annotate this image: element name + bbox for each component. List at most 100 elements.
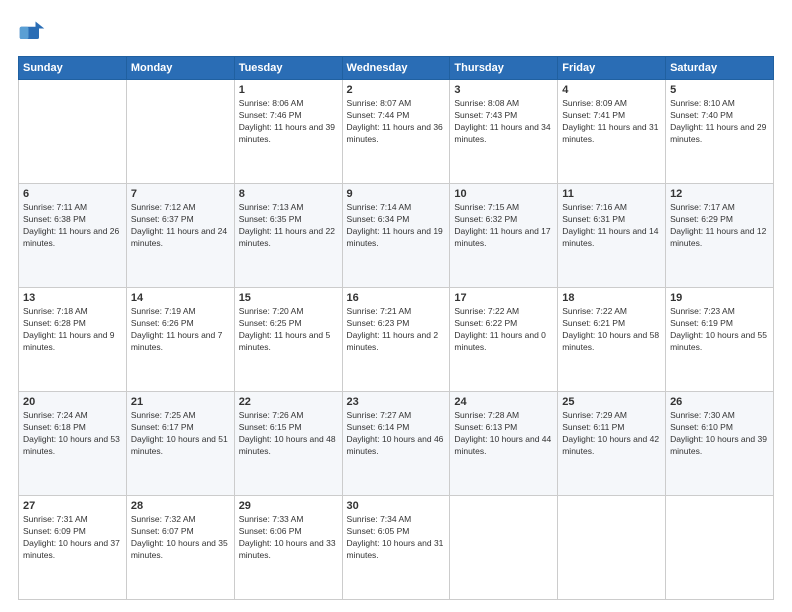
day-info: Sunrise: 7:33 AM Sunset: 6:06 PM Dayligh… bbox=[239, 514, 338, 562]
week-row-4: 20 Sunrise: 7:24 AM Sunset: 6:18 PM Dayli… bbox=[19, 392, 774, 496]
day-info: Sunrise: 8:08 AM Sunset: 7:43 PM Dayligh… bbox=[454, 98, 553, 146]
day-info: Sunrise: 8:09 AM Sunset: 7:41 PM Dayligh… bbox=[562, 98, 661, 146]
day-number: 1 bbox=[239, 84, 338, 96]
calendar-cell: 15 Sunrise: 7:20 AM Sunset: 6:25 PM Dayli… bbox=[234, 288, 342, 392]
calendar-cell: 14 Sunrise: 7:19 AM Sunset: 6:26 PM Dayli… bbox=[126, 288, 234, 392]
calendar-cell: 18 Sunrise: 7:22 AM Sunset: 6:21 PM Dayli… bbox=[558, 288, 666, 392]
calendar-cell: 26 Sunrise: 7:30 AM Sunset: 6:10 PM Dayli… bbox=[666, 392, 774, 496]
weekday-header-thursday: Thursday bbox=[450, 57, 558, 80]
day-info: Sunrise: 7:21 AM Sunset: 6:23 PM Dayligh… bbox=[347, 306, 446, 354]
day-info: Sunrise: 7:15 AM Sunset: 6:32 PM Dayligh… bbox=[454, 202, 553, 250]
weekday-header-row: SundayMondayTuesdayWednesdayThursdayFrid… bbox=[19, 57, 774, 80]
calendar-cell: 1 Sunrise: 8:06 AM Sunset: 7:46 PM Daylig… bbox=[234, 80, 342, 184]
day-number: 27 bbox=[23, 500, 122, 512]
day-info: Sunrise: 7:22 AM Sunset: 6:21 PM Dayligh… bbox=[562, 306, 661, 354]
weekday-header-tuesday: Tuesday bbox=[234, 57, 342, 80]
day-info: Sunrise: 7:23 AM Sunset: 6:19 PM Dayligh… bbox=[670, 306, 769, 354]
day-number: 10 bbox=[454, 188, 553, 200]
calendar-table: SundayMondayTuesdayWednesdayThursdayFrid… bbox=[18, 56, 774, 600]
day-info: Sunrise: 7:17 AM Sunset: 6:29 PM Dayligh… bbox=[670, 202, 769, 250]
calendar-cell: 8 Sunrise: 7:13 AM Sunset: 6:35 PM Daylig… bbox=[234, 184, 342, 288]
calendar-cell: 11 Sunrise: 7:16 AM Sunset: 6:31 PM Dayli… bbox=[558, 184, 666, 288]
calendar-cell bbox=[666, 496, 774, 600]
calendar-cell: 20 Sunrise: 7:24 AM Sunset: 6:18 PM Dayli… bbox=[19, 392, 127, 496]
day-number: 21 bbox=[131, 396, 230, 408]
day-number: 22 bbox=[239, 396, 338, 408]
calendar-cell bbox=[19, 80, 127, 184]
day-number: 17 bbox=[454, 292, 553, 304]
day-number: 11 bbox=[562, 188, 661, 200]
calendar-cell bbox=[126, 80, 234, 184]
day-number: 24 bbox=[454, 396, 553, 408]
day-info: Sunrise: 7:29 AM Sunset: 6:11 PM Dayligh… bbox=[562, 410, 661, 458]
day-number: 2 bbox=[347, 84, 446, 96]
day-info: Sunrise: 7:13 AM Sunset: 6:35 PM Dayligh… bbox=[239, 202, 338, 250]
day-info: Sunrise: 7:14 AM Sunset: 6:34 PM Dayligh… bbox=[347, 202, 446, 250]
day-info: Sunrise: 7:19 AM Sunset: 6:26 PM Dayligh… bbox=[131, 306, 230, 354]
day-number: 4 bbox=[562, 84, 661, 96]
day-number: 23 bbox=[347, 396, 446, 408]
day-info: Sunrise: 7:11 AM Sunset: 6:38 PM Dayligh… bbox=[23, 202, 122, 250]
day-number: 13 bbox=[23, 292, 122, 304]
day-info: Sunrise: 7:32 AM Sunset: 6:07 PM Dayligh… bbox=[131, 514, 230, 562]
day-info: Sunrise: 7:30 AM Sunset: 6:10 PM Dayligh… bbox=[670, 410, 769, 458]
day-info: Sunrise: 7:25 AM Sunset: 6:17 PM Dayligh… bbox=[131, 410, 230, 458]
calendar-cell: 13Sunrise: 7:18 AM Sunset: 6:28 PM Dayli… bbox=[19, 288, 127, 392]
day-number: 29 bbox=[239, 500, 338, 512]
day-number: 8 bbox=[239, 188, 338, 200]
day-number: 12 bbox=[670, 188, 769, 200]
calendar-cell: 21 Sunrise: 7:25 AM Sunset: 6:17 PM Dayli… bbox=[126, 392, 234, 496]
logo bbox=[18, 18, 50, 46]
day-info: Sunrise: 7:22 AM Sunset: 6:22 PM Dayligh… bbox=[454, 306, 553, 354]
day-info: Sunrise: 8:06 AM Sunset: 7:46 PM Dayligh… bbox=[239, 98, 338, 146]
day-number: 20 bbox=[23, 396, 122, 408]
calendar-cell: 27 Sunrise: 7:31 AM Sunset: 6:09 PM Dayli… bbox=[19, 496, 127, 600]
calendar-cell: 17 Sunrise: 7:22 AM Sunset: 6:22 PM Dayli… bbox=[450, 288, 558, 392]
calendar-cell: 19 Sunrise: 7:23 AM Sunset: 6:19 PM Dayli… bbox=[666, 288, 774, 392]
day-number: 6 bbox=[23, 188, 122, 200]
week-row-3: 13Sunrise: 7:18 AM Sunset: 6:28 PM Dayli… bbox=[19, 288, 774, 392]
day-info: Sunrise: 7:28 AM Sunset: 6:13 PM Dayligh… bbox=[454, 410, 553, 458]
logo-icon bbox=[18, 18, 46, 46]
weekday-header-monday: Monday bbox=[126, 57, 234, 80]
day-info: Sunrise: 7:26 AM Sunset: 6:15 PM Dayligh… bbox=[239, 410, 338, 458]
day-number: 26 bbox=[670, 396, 769, 408]
calendar-cell: 5 Sunrise: 8:10 AM Sunset: 7:40 PM Daylig… bbox=[666, 80, 774, 184]
calendar-cell: 9 Sunrise: 7:14 AM Sunset: 6:34 PM Daylig… bbox=[342, 184, 450, 288]
calendar-cell: 3 Sunrise: 8:08 AM Sunset: 7:43 PM Daylig… bbox=[450, 80, 558, 184]
weekday-header-sunday: Sunday bbox=[19, 57, 127, 80]
calendar-cell: 6 Sunrise: 7:11 AM Sunset: 6:38 PM Daylig… bbox=[19, 184, 127, 288]
calendar-cell: 7Sunrise: 7:12 AM Sunset: 6:37 PM Daylig… bbox=[126, 184, 234, 288]
day-info: Sunrise: 8:10 AM Sunset: 7:40 PM Dayligh… bbox=[670, 98, 769, 146]
day-number: 7 bbox=[131, 188, 230, 200]
day-number: 15 bbox=[239, 292, 338, 304]
day-info: Sunrise: 7:24 AM Sunset: 6:18 PM Dayligh… bbox=[23, 410, 122, 458]
calendar-cell: 24 Sunrise: 7:28 AM Sunset: 6:13 PM Dayli… bbox=[450, 392, 558, 496]
calendar-cell: 4 Sunrise: 8:09 AM Sunset: 7:41 PM Daylig… bbox=[558, 80, 666, 184]
week-row-5: 27 Sunrise: 7:31 AM Sunset: 6:09 PM Dayli… bbox=[19, 496, 774, 600]
calendar-cell bbox=[450, 496, 558, 600]
day-info: Sunrise: 8:07 AM Sunset: 7:44 PM Dayligh… bbox=[347, 98, 446, 146]
day-info: Sunrise: 7:34 AM Sunset: 6:05 PM Dayligh… bbox=[347, 514, 446, 562]
day-number: 16 bbox=[347, 292, 446, 304]
calendar-cell: 2 Sunrise: 8:07 AM Sunset: 7:44 PM Daylig… bbox=[342, 80, 450, 184]
day-info: Sunrise: 7:31 AM Sunset: 6:09 PM Dayligh… bbox=[23, 514, 122, 562]
day-number: 18 bbox=[562, 292, 661, 304]
week-row-1: 1 Sunrise: 8:06 AM Sunset: 7:46 PM Daylig… bbox=[19, 80, 774, 184]
calendar-cell: 12 Sunrise: 7:17 AM Sunset: 6:29 PM Dayli… bbox=[666, 184, 774, 288]
day-number: 14 bbox=[131, 292, 230, 304]
day-info: Sunrise: 7:27 AM Sunset: 6:14 PM Dayligh… bbox=[347, 410, 446, 458]
day-info: Sunrise: 7:16 AM Sunset: 6:31 PM Dayligh… bbox=[562, 202, 661, 250]
calendar-cell bbox=[558, 496, 666, 600]
day-info: Sunrise: 7:20 AM Sunset: 6:25 PM Dayligh… bbox=[239, 306, 338, 354]
day-number: 3 bbox=[454, 84, 553, 96]
calendar-cell: 25Sunrise: 7:29 AM Sunset: 6:11 PM Dayli… bbox=[558, 392, 666, 496]
day-number: 9 bbox=[347, 188, 446, 200]
weekday-header-wednesday: Wednesday bbox=[342, 57, 450, 80]
calendar-cell: 16 Sunrise: 7:21 AM Sunset: 6:23 PM Dayli… bbox=[342, 288, 450, 392]
calendar-cell: 30Sunrise: 7:34 AM Sunset: 6:05 PM Dayli… bbox=[342, 496, 450, 600]
header bbox=[18, 18, 774, 46]
weekday-header-saturday: Saturday bbox=[666, 57, 774, 80]
day-number: 19 bbox=[670, 292, 769, 304]
day-number: 5 bbox=[670, 84, 769, 96]
